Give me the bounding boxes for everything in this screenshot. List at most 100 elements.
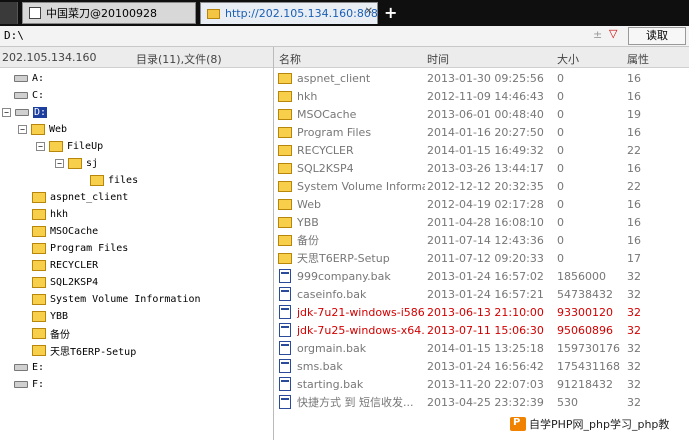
table-row[interactable]: System Volume Informati...2012-12-12 20:…: [274, 177, 689, 195]
folder-icon: [278, 90, 292, 102]
folder-icon: [32, 243, 46, 254]
column-time[interactable]: 时间: [427, 51, 449, 67]
file-size: 0: [557, 143, 564, 157]
file-time: 2011-07-14 12:43:36: [427, 233, 544, 247]
table-row[interactable]: 快捷方式 到 短信收发... 2013-04-25 23:32:39 530 32: [274, 393, 689, 411]
file-attr: 32: [627, 341, 641, 355]
table-row[interactable]: jdk-7u21-windows-i586.e...2013-06-13 21:…: [274, 303, 689, 321]
tree-item-d[interactable]: − D:: [2, 105, 48, 120]
table-row[interactable]: sms.bak 2013-01-24 16:56:42 175431168 32: [274, 357, 689, 375]
file-time: 2013-01-24 16:56:42: [427, 359, 544, 373]
tree-item-ybb[interactable]: YBB: [32, 309, 68, 324]
table-row[interactable]: aspnet_client 2013-01-30 09:25:56 0 16: [274, 69, 689, 87]
chevron-down-icon[interactable]: ▽: [609, 27, 617, 40]
column-attr[interactable]: 属性: [627, 51, 649, 67]
folder-icon: [32, 311, 46, 322]
tree-item-hkh[interactable]: hkh: [32, 207, 68, 222]
table-row[interactable]: caseinfo.bak 2013-01-24 16:57:21 54738432 3…: [274, 285, 689, 303]
folder-icon: [68, 158, 82, 169]
path-input[interactable]: D:\: [4, 29, 24, 42]
table-row[interactable]: jdk-7u25-windows-x64.exe2013-07-11 15:06…: [274, 321, 689, 339]
tree-item-sql2ksp4[interactable]: SQL2KSP4: [32, 275, 98, 290]
file-size: 0: [557, 251, 564, 265]
file-name: System Volume Informati...: [297, 179, 425, 193]
watermark: 自学PHP网_php学习_php教: [510, 414, 669, 434]
table-row[interactable]: starting.bak 2013-11-20 22:07:03 91218432 3…: [274, 375, 689, 393]
file-name: SQL2KSP4: [297, 161, 354, 175]
file-name: orgmain.bak: [297, 341, 367, 355]
drive-icon: [14, 92, 28, 99]
file-name: MSOCache: [297, 107, 357, 121]
table-row[interactable]: Program Files 2014-01-16 20:27:50 0 16: [274, 123, 689, 141]
file-attr: 32: [627, 305, 641, 319]
table-row[interactable]: SQL2KSP4 2013-03-26 13:44:17 0 16: [274, 159, 689, 177]
collapse-icon[interactable]: −: [2, 108, 11, 117]
tree-item-files[interactable]: files: [90, 173, 138, 188]
file-name: jdk-7u25-windows-x64.exe: [297, 323, 425, 337]
plus-minus-icon[interactable]: ±: [593, 28, 602, 41]
tab-remote[interactable]: http://202.105.134.160:8080... ✕: [200, 2, 378, 24]
tree-item-f[interactable]: F:: [14, 377, 44, 392]
folder-icon: [207, 8, 220, 19]
file-icon: [279, 287, 291, 301]
file-time: 2013-01-30 09:25:56: [427, 71, 544, 85]
tree-item-sj[interactable]: − sj: [55, 156, 98, 171]
file-size: 0: [557, 161, 564, 175]
file-icon: [279, 395, 291, 409]
tree-item-backup[interactable]: 备份: [32, 326, 70, 341]
tree-item-t6erp[interactable]: 天思T6ERP-Setup: [32, 343, 136, 358]
tree-item-program-files[interactable]: Program Files: [32, 241, 128, 256]
table-row[interactable]: MSOCache 2013-06-01 00:48:40 0 19: [274, 105, 689, 123]
file-attr: 32: [627, 395, 641, 409]
column-size[interactable]: 大小: [557, 51, 579, 67]
table-row[interactable]: hkh 2012-11-09 14:46:43 0 16: [274, 87, 689, 105]
column-name[interactable]: 名称: [279, 51, 301, 67]
file-size: 0: [557, 107, 564, 121]
tree-item-system-volume[interactable]: System Volume Information: [32, 292, 201, 307]
tree-item-e[interactable]: E:: [14, 360, 44, 375]
folder-icon: [90, 175, 104, 186]
file-size: 0: [557, 71, 564, 85]
folder-icon: [278, 198, 292, 210]
tree-item-web[interactable]: − Web: [18, 122, 67, 137]
file-time: 2013-04-25 23:32:39: [427, 395, 544, 409]
collapse-icon[interactable]: −: [36, 142, 45, 151]
tree-item-a[interactable]: A:: [14, 71, 44, 86]
table-row[interactable]: 备份 2011-07-14 12:43:36 0 16: [274, 231, 689, 249]
tab-extra[interactable]: [0, 2, 18, 24]
new-tab-button[interactable]: +: [384, 3, 397, 22]
file-attr: 32: [627, 359, 641, 373]
table-row[interactable]: RECYCLER 2014-01-15 16:49:32 0 22: [274, 141, 689, 159]
folder-icon: [278, 234, 292, 246]
file-name: aspnet_client: [297, 71, 371, 85]
close-icon[interactable]: ✕: [365, 6, 373, 17]
file-time: 2014-01-15 16:49:32: [427, 143, 544, 157]
table-row[interactable]: YBB 2011-04-28 16:08:10 0 16: [274, 213, 689, 231]
file-time: 2013-03-26 13:44:17: [427, 161, 544, 175]
file-size: 0: [557, 179, 564, 193]
file-attr: 16: [627, 197, 641, 211]
drive-icon: [14, 364, 28, 371]
table-row[interactable]: Web 2012-04-19 02:17:28 0 16: [274, 195, 689, 213]
collapse-icon[interactable]: −: [55, 159, 64, 168]
file-name: 999company.bak: [297, 269, 391, 283]
table-row[interactable]: orgmain.bak 2014-01-15 13:25:18 159730176 3…: [274, 339, 689, 357]
tree-item-fileup[interactable]: − FileUp: [36, 139, 103, 154]
tab-caidao[interactable]: 中国菜刀@20100928: [22, 2, 196, 24]
folder-icon: [32, 260, 46, 271]
table-row[interactable]: 天思T6ERP-Setup 2011-07-12 09:20:33 0 17: [274, 249, 689, 267]
file-attr: 16: [627, 71, 641, 85]
file-size: 530: [557, 395, 578, 409]
collapse-icon[interactable]: −: [18, 125, 27, 134]
tree-item-c[interactable]: C:: [14, 88, 44, 103]
table-row[interactable]: 999company.bak 2013-01-24 16:57:02 1856000…: [274, 267, 689, 285]
tree-item-aspnet-client[interactable]: aspnet_client: [32, 190, 128, 205]
file-time: 2012-11-09 14:46:43: [427, 89, 544, 103]
file-time: 2011-07-12 09:20:33: [427, 251, 544, 265]
read-button[interactable]: 读取: [628, 27, 686, 45]
file-icon: [279, 269, 291, 283]
tree-item-msocache[interactable]: MSOCache: [32, 224, 98, 239]
file-time: 2014-01-15 13:25:18: [427, 341, 544, 355]
tree-item-recycler[interactable]: RECYCLER: [32, 258, 98, 273]
tree-header: 202.105.134.160 目录(11),文件(8): [0, 47, 273, 68]
